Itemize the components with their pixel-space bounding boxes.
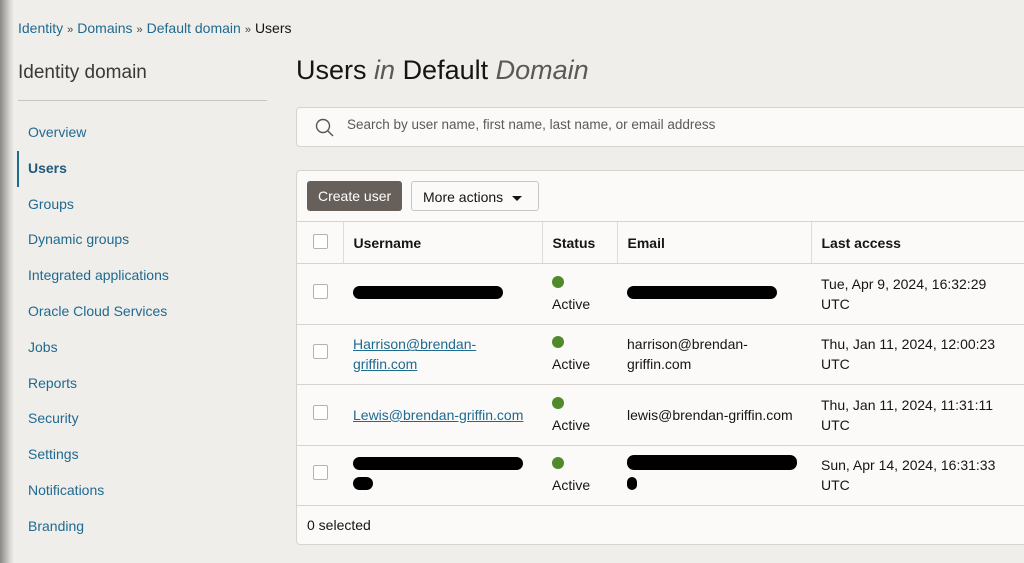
select-all-checkbox[interactable] — [313, 233, 328, 249]
sidebar-item-overview[interactable]: Overview — [17, 115, 267, 151]
breadcrumb-separator: » — [136, 24, 143, 36]
redaction-mark — [353, 477, 373, 491]
title-users: Users — [296, 55, 367, 85]
column-username[interactable]: Username — [342, 221, 542, 264]
status-active-icon — [552, 336, 564, 349]
status-active-icon — [552, 457, 564, 470]
username-link[interactable] — [353, 285, 503, 302]
breadcrumb: Identity» Domains» Default domain» Users — [18, 20, 292, 36]
status-text: Active — [552, 477, 591, 494]
search-icon — [315, 118, 334, 137]
row-checkbox[interactable] — [313, 465, 328, 481]
sidebar-item-security[interactable]: Security — [17, 401, 267, 437]
table-row: Active Tue, Apr 9, 2024, 16:32:29 UTC — [297, 263, 1024, 325]
sidebar-title: Identity domain — [18, 62, 147, 83]
sidebar-item-branding[interactable]: Branding — [17, 509, 267, 545]
table-row: Harrison@brendan-griffin.com Active harr… — [297, 324, 1024, 385]
table-header-row: Username Status Email Last access — [297, 221, 1024, 264]
email-text: lewis@brendan-griffin.com — [627, 406, 793, 423]
email-text: harrison@brendan-griffin.com — [627, 336, 748, 373]
last-access-tz: UTC — [821, 356, 850, 373]
status-active-icon — [552, 275, 564, 288]
redaction-mark — [627, 455, 797, 471]
table-row: Lewis@brendan-griffin.com Active lewis@b… — [297, 384, 1024, 446]
breadcrumb-domains[interactable]: Domains — [77, 20, 132, 36]
row-checkbox[interactable] — [313, 283, 328, 299]
chevron-down-icon — [512, 195, 523, 201]
last-access: Tue, Apr 9, 2024, 16:32:29 — [821, 275, 987, 292]
column-email[interactable]: Email — [616, 221, 811, 264]
search-input[interactable] — [347, 117, 947, 132]
more-actions-label: More actions — [423, 189, 504, 205]
sidebar-item-jobs[interactable]: Jobs — [17, 330, 267, 366]
sidebar-item-settings[interactable]: Settings — [17, 437, 267, 473]
select-all-cell — [297, 221, 343, 264]
sidebar-divider — [18, 100, 267, 101]
last-access-tz: UTC — [821, 477, 850, 494]
sidebar-item-reports[interactable]: Reports — [17, 366, 267, 402]
status-text: Active — [552, 295, 591, 312]
title-in: in — [374, 55, 396, 85]
username-link[interactable]: Harrison@brendan-griffin.com — [353, 336, 476, 372]
sidebar-item-notifications[interactable]: Notifications — [17, 473, 267, 509]
username-link[interactable]: Lewis@brendan-griffin.com — [353, 407, 523, 423]
breadcrumb-separator: » — [67, 24, 74, 36]
status-active-icon — [552, 396, 564, 409]
sidebar-item-users[interactable]: Users — [17, 150, 267, 187]
title-default: Default — [402, 55, 489, 85]
column-status[interactable]: Status — [541, 221, 617, 264]
create-user-button[interactable]: Create user — [307, 181, 403, 211]
breadcrumb-current: Users — [254, 20, 292, 36]
sidebar-item-integrated-applications[interactable]: Integrated applications — [17, 258, 267, 294]
selection-count: 0 selected — [307, 517, 371, 533]
breadcrumb-separator: » — [244, 24, 251, 36]
title-domain: Domain — [495, 55, 589, 85]
more-actions-button[interactable]: More actions — [411, 181, 539, 211]
column-last-access[interactable]: Last access — [810, 221, 1024, 264]
last-access-tz: UTC — [821, 295, 850, 312]
breadcrumb-identity[interactable]: Identity — [18, 20, 63, 36]
window-edge — [0, 0, 14, 563]
sidebar-item-groups[interactable]: Groups — [17, 187, 267, 223]
status-text: Active — [552, 416, 591, 433]
row-checkbox[interactable] — [313, 344, 328, 360]
table-row: Active Sun, Apr 14, 2024, 16:31:33 UTC — [297, 445, 1024, 506]
last-access: Thu, Jan 11, 2024, 12:00:23 — [821, 336, 996, 353]
last-access: Thu, Jan 11, 2024, 11:31:11 — [821, 396, 994, 413]
page-title: Users in Default Domain — [296, 55, 589, 86]
row-checkbox[interactable] — [313, 404, 328, 420]
sidebar-item-dynamic-groups[interactable]: Dynamic groups — [17, 222, 267, 258]
redaction-mark — [353, 457, 523, 471]
sidebar-nav: Overview Users Groups Dynamic groups Int… — [17, 115, 267, 545]
users-table-card: Create user More actions Username Status… — [296, 170, 1024, 545]
last-access-tz: UTC — [821, 416, 850, 433]
search-bar — [296, 107, 1024, 147]
sidebar-item-oracle-cloud-services[interactable]: Oracle Cloud Services — [17, 294, 267, 330]
redaction-mark — [627, 477, 637, 491]
users-table: Username Status Email Last access Active… — [297, 221, 1024, 506]
username-link[interactable] — [353, 457, 523, 493]
breadcrumb-default-domain[interactable]: Default domain — [147, 20, 241, 36]
redaction-mark — [627, 285, 777, 299]
last-access: Sun, Apr 14, 2024, 16:31:33 — [821, 457, 996, 474]
status-text: Active — [552, 356, 591, 373]
redaction-mark — [353, 285, 503, 299]
